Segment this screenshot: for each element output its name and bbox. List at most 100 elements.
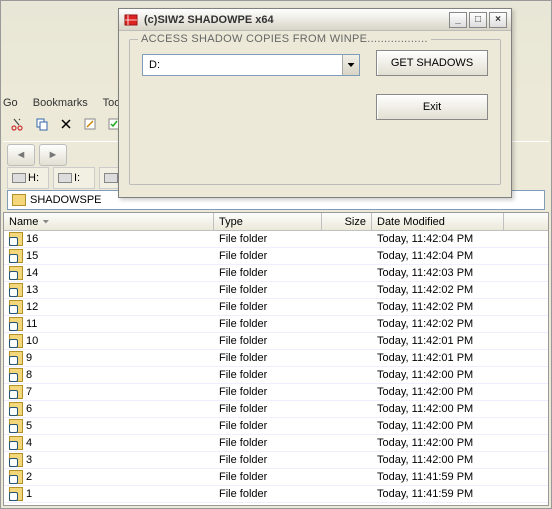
file-name: 16 — [26, 233, 38, 245]
menu-go[interactable]: Go — [3, 97, 18, 109]
folder-shortcut-icon — [9, 385, 23, 399]
cut-icon[interactable] — [9, 115, 27, 133]
table-row[interactable]: 9File folderToday, 11:42:01 PM — [4, 350, 548, 367]
file-type: File folder — [214, 369, 322, 381]
nav-buttons: ◄ ► — [7, 144, 67, 166]
file-name: 3 — [26, 454, 32, 466]
table-row[interactable]: 5 File folder Today, 11:42:00 PM — [4, 418, 548, 435]
table-row[interactable]: 12 File folder Today, 11:42:02 PM — [4, 299, 548, 316]
table-row[interactable]: 6File folderToday, 11:42:00 PM — [4, 401, 548, 418]
dialog-titlebar[interactable]: (c)SIW2 SHADOWPE x64 _ □ × — [119, 9, 511, 31]
exit-button[interactable]: Exit — [376, 94, 488, 120]
folder-shortcut-icon — [9, 232, 23, 246]
file-type: File folder — [214, 335, 322, 347]
maximize-button[interactable]: □ — [469, 12, 487, 28]
nav-back-button[interactable]: ◄ — [7, 144, 35, 166]
file-date: Today, 11:42:00 PM — [372, 454, 504, 466]
file-name: 5 — [26, 420, 32, 432]
file-type: File folder — [214, 420, 322, 432]
drive-i-button[interactable]: I: — [53, 167, 95, 189]
file-type: File folder — [214, 352, 322, 364]
drive-label: I: — [74, 172, 80, 184]
file-type: File folder — [214, 471, 322, 483]
file-name: 7 — [26, 386, 32, 398]
folder-shortcut-icon — [9, 249, 23, 263]
get-shadows-button[interactable]: GET SHADOWS — [376, 50, 488, 76]
table-row[interactable]: 14File folderToday, 11:42:03 PM — [4, 265, 548, 282]
table-row[interactable]: 3 File folder Today, 11:42:00 PM — [4, 452, 548, 469]
minimize-button[interactable]: _ — [449, 12, 467, 28]
file-name: 10 — [26, 335, 38, 347]
file-name: 15 — [26, 250, 38, 262]
file-type: File folder — [214, 454, 322, 466]
folder-shortcut-icon — [9, 334, 23, 348]
column-date[interactable]: Date Modified — [372, 213, 504, 230]
folder-shortcut-icon — [9, 266, 23, 280]
table-row[interactable]: 2 File folder Today, 11:41:59 PM — [4, 469, 548, 486]
column-size[interactable]: Size — [322, 213, 372, 230]
drive-icon — [58, 173, 72, 183]
table-row[interactable]: 16File folderToday, 11:42:04 PM — [4, 231, 548, 248]
file-type: File folder — [214, 301, 322, 313]
folder-shortcut-icon — [9, 453, 23, 467]
dialog-groupbox: ACCESS SHADOW COPIES FROM WINPE.........… — [129, 39, 501, 185]
folder-shortcut-icon — [9, 402, 23, 416]
table-row[interactable]: 13File folderToday, 11:42:02 PM — [4, 282, 548, 299]
file-name: 6 — [26, 403, 32, 415]
app-icon — [123, 13, 139, 27]
file-list-header: Name Type Size Date Modified — [4, 213, 548, 231]
table-row[interactable]: 8File folderToday, 11:42:00 PM — [4, 367, 548, 384]
copy-icon[interactable] — [33, 115, 51, 133]
address-text: SHADOWSPE — [30, 194, 102, 206]
folder-shortcut-icon — [9, 317, 23, 331]
file-date: Today, 11:41:59 PM — [372, 488, 504, 500]
column-name[interactable]: Name — [4, 213, 214, 230]
groupbox-label: ACCESS SHADOW COPIES FROM WINPE.........… — [138, 33, 431, 45]
folder-shortcut-icon — [9, 487, 23, 501]
file-date: Today, 11:42:04 PM — [372, 250, 504, 262]
table-row[interactable]: 10 File folder Today, 11:42:01 PM — [4, 333, 548, 350]
close-button[interactable]: × — [489, 12, 507, 28]
chevron-down-icon — [348, 63, 355, 67]
file-type: File folder — [214, 267, 322, 279]
file-name: 8 — [26, 369, 32, 381]
folder-shortcut-icon — [9, 368, 23, 382]
folder-shortcut-icon — [9, 470, 23, 484]
file-type: File folder — [214, 250, 322, 262]
file-name: 9 — [26, 352, 32, 364]
file-date: Today, 11:42:01 PM — [372, 335, 504, 347]
table-row[interactable]: 11File folderToday, 11:42:02 PM — [4, 316, 548, 333]
file-type: File folder — [214, 233, 322, 245]
folder-shortcut-icon — [9, 351, 23, 365]
delete-icon[interactable] — [57, 115, 75, 133]
menu-bookmarks[interactable]: Bookmarks — [33, 97, 88, 109]
file-name: 2 — [26, 471, 32, 483]
drive-combobox-button[interactable] — [342, 55, 359, 75]
drive-h-button[interactable]: H: — [7, 167, 49, 189]
file-date: Today, 11:42:02 PM — [372, 301, 504, 313]
titlebar-buttons: _ □ × — [447, 12, 507, 28]
column-type[interactable]: Type — [214, 213, 322, 230]
nav-forward-button[interactable]: ► — [39, 144, 67, 166]
file-list: Name Type Size Date Modified 16File fold… — [3, 212, 549, 506]
shadowpe-dialog: (c)SIW2 SHADOWPE x64 _ □ × ACCESS SHADOW… — [118, 8, 512, 198]
drive-icon — [104, 173, 118, 183]
file-date: Today, 11:42:00 PM — [372, 437, 504, 449]
file-date: Today, 11:41:59 PM — [372, 471, 504, 483]
properties-icon[interactable] — [81, 115, 99, 133]
table-row[interactable]: 7File folderToday, 11:42:00 PM — [4, 384, 548, 401]
file-type: File folder — [214, 386, 322, 398]
table-row[interactable]: 1 File folder Today, 11:41:59 PM — [4, 486, 548, 503]
table-row[interactable]: 15 File folder Today, 11:42:04 PM — [4, 248, 548, 265]
file-name: 12 — [26, 301, 38, 313]
file-type: File folder — [214, 318, 322, 330]
file-date: Today, 11:42:00 PM — [372, 420, 504, 432]
file-type: File folder — [214, 284, 322, 296]
drive-combobox-value: D: — [143, 59, 342, 71]
file-type: File folder — [214, 437, 322, 449]
drive-icon — [12, 173, 26, 183]
file-type: File folder — [214, 488, 322, 500]
drive-combobox[interactable]: D: — [142, 54, 360, 76]
table-row[interactable]: 4File folderToday, 11:42:00 PM — [4, 435, 548, 452]
file-name: 1 — [26, 488, 32, 500]
